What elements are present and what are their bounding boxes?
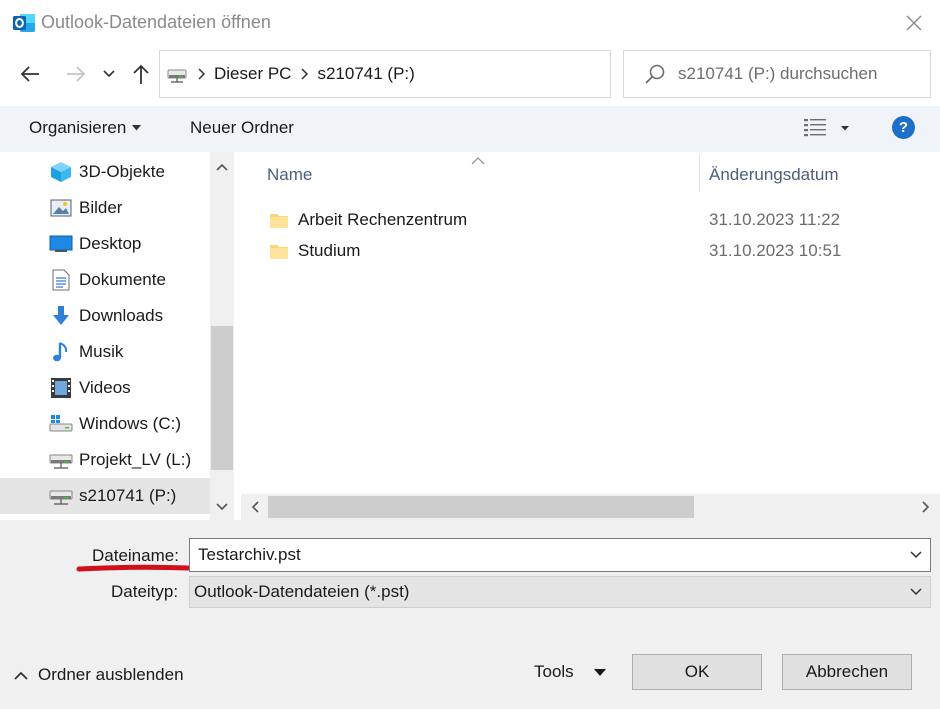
3d-objects-icon	[49, 161, 73, 183]
arrow-left-icon	[20, 66, 39, 82]
filetype-dropdown[interactable]: Outlook-Datendateien (*.pst)	[189, 576, 931, 608]
change-view-button[interactable]	[803, 116, 855, 142]
window-title: Outlook-Datendateien öffnen	[41, 12, 271, 32]
close-button[interactable]	[896, 6, 932, 40]
filetype-value: Outlook-Datendateien (*.pst)	[194, 582, 410, 601]
file-date: 31.10.2023 10:51	[709, 241, 842, 260]
nav-item-label: s210741 (P:)	[79, 486, 177, 505]
scroll-down-icon[interactable]	[210, 494, 234, 518]
nav-item-videos[interactable]: Videos	[0, 370, 210, 406]
back-button[interactable]	[14, 58, 46, 90]
file-name: Arbeit Rechenzentrum	[298, 210, 468, 229]
nav-item-pictures[interactable]: Bilder	[0, 190, 210, 226]
nav-item-3d-objects[interactable]: 3D-Objekte	[0, 154, 210, 190]
music-icon	[49, 341, 73, 363]
nav-item-windows-drive[interactable]: Windows (C:)	[0, 406, 210, 442]
downloads-icon	[49, 305, 73, 327]
address-bar[interactable]: Dieser PC s210741 (P:)	[159, 50, 754, 98]
videos-icon	[49, 377, 73, 399]
breadcrumb-drive-p[interactable]: s210741 (P:)	[317, 64, 414, 84]
nav-item-label: Projekt_LV (L:)	[79, 450, 192, 469]
search-placeholder: s210741 (P:) durchsuchen	[678, 64, 878, 83]
tools-menu-button[interactable]: Tools	[534, 662, 606, 682]
organize-button[interactable]: Organisieren	[29, 118, 142, 138]
scroll-up-icon[interactable]	[210, 156, 234, 180]
caret-down-icon	[132, 125, 142, 131]
file-row[interactable]: Arbeit Rechenzentrum 31.10.2023 11:22	[264, 205, 924, 235]
desktop-icon	[49, 233, 73, 255]
new-folder-button[interactable]: Neuer Ordner	[190, 118, 294, 138]
navigation-pane-scroll-thumb[interactable]	[211, 326, 233, 470]
nav-item-label: Musik	[79, 342, 124, 361]
filetype-label: Dateityp:	[111, 582, 179, 601]
breadcrumb-this-pc[interactable]: Dieser PC	[214, 64, 291, 84]
nav-item-label: Windows (C:)	[79, 414, 182, 433]
windows-drive-icon	[49, 413, 73, 435]
filename-combobox[interactable]	[189, 538, 931, 572]
nav-item-label: Downloads	[79, 306, 164, 325]
nav-item-label: Bilder	[79, 198, 123, 217]
hide-folders-button[interactable]: Ordner ausblenden	[14, 665, 184, 685]
cancel-button[interactable]: Abbrechen	[782, 654, 912, 690]
search-box[interactable]: s210741 (P:) durchsuchen	[623, 50, 931, 98]
horizontal-scroll-thumb[interactable]	[268, 496, 694, 518]
file-list[interactable]	[241, 152, 940, 492]
up-button[interactable]	[126, 58, 156, 90]
scroll-left-icon[interactable]	[243, 494, 269, 520]
chevron-down-icon[interactable]	[910, 551, 922, 559]
nav-item-label: Videos	[79, 378, 131, 397]
navigation-pane[interactable]: 3D-Objekte Bilder Desktop Dokumente Down…	[0, 152, 234, 520]
file-date: 31.10.2023 11:22	[709, 210, 841, 229]
filename-label: Dateiname:	[92, 546, 179, 565]
nav-item-downloads[interactable]: Downloads	[0, 298, 210, 334]
filename-input[interactable]	[198, 545, 888, 565]
chevron-down-icon	[103, 70, 115, 78]
organize-label: Organisieren	[29, 118, 127, 137]
arrow-up-icon	[133, 64, 149, 84]
recent-locations-button[interactable]	[98, 58, 120, 90]
close-icon	[906, 15, 922, 31]
chevron-right-icon	[301, 68, 309, 80]
nav-item-s210741-drive[interactable]: s210741 (P:)	[0, 478, 210, 514]
chevron-up-icon	[14, 671, 28, 680]
help-button[interactable]: ?	[892, 116, 915, 139]
folder-icon	[270, 214, 288, 228]
scroll-right-icon[interactable]	[912, 494, 938, 520]
arrow-right-icon	[67, 66, 86, 82]
nav-item-music[interactable]: Musik	[0, 334, 210, 370]
pictures-icon	[49, 197, 73, 219]
nav-item-desktop[interactable]: Desktop	[0, 226, 210, 262]
nav-item-label: Dokumente	[79, 270, 166, 289]
folder-icon	[270, 245, 288, 259]
column-header-name[interactable]: Name	[267, 165, 312, 185]
documents-icon	[49, 269, 73, 291]
caret-down-icon	[593, 668, 606, 676]
file-name: Studium	[298, 241, 361, 260]
column-header-date[interactable]: Änderungsdatum	[709, 165, 838, 185]
red-underline-annotation	[76, 564, 191, 572]
nav-item-projekt-lv-drive[interactable]: Projekt_LV (L:)	[0, 442, 210, 478]
column-divider[interactable]	[699, 154, 700, 192]
chevron-down-icon	[910, 588, 922, 596]
nav-item-label: 3D-Objekte	[79, 162, 165, 181]
file-row[interactable]: Studium 31.10.2023 10:51	[264, 236, 924, 266]
ok-button[interactable]: OK	[632, 654, 762, 690]
nav-item-documents[interactable]: Dokumente	[0, 262, 210, 298]
sort-ascending-icon	[471, 150, 485, 170]
outlook-app-icon	[12, 11, 36, 35]
network-drive-icon	[49, 449, 73, 471]
hide-folders-label: Ordner ausblenden	[38, 665, 184, 684]
chevron-right-icon	[198, 68, 206, 80]
network-drive-icon	[167, 69, 187, 83]
search-icon	[645, 64, 665, 84]
details-view-icon	[804, 119, 849, 137]
network-drive-icon	[49, 485, 73, 507]
tools-label: Tools	[534, 662, 574, 681]
nav-item-label: Desktop	[79, 234, 142, 253]
forward-button[interactable]	[60, 58, 92, 90]
